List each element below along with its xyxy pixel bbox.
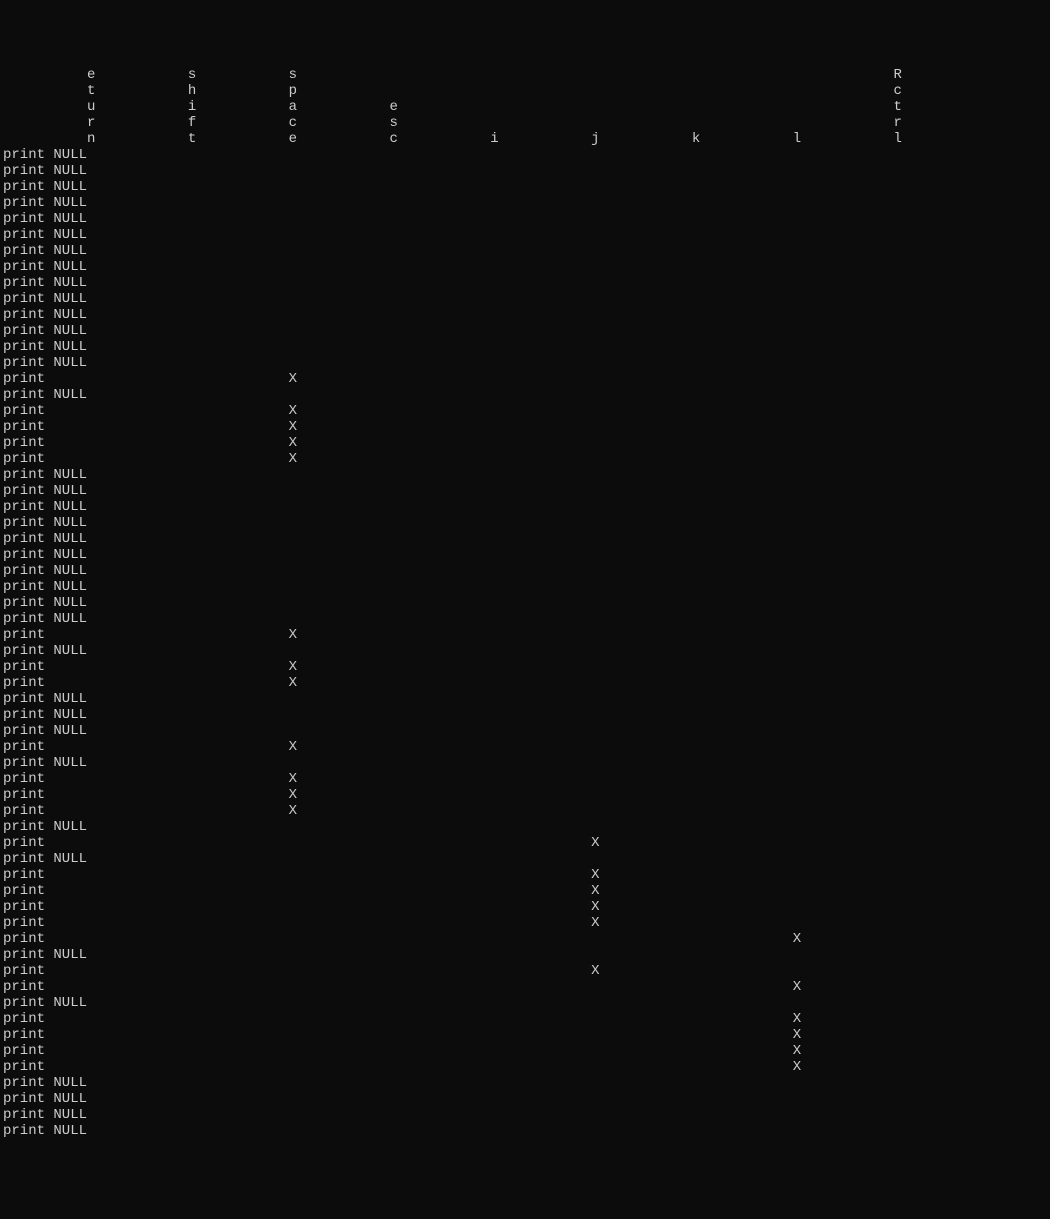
terminal-output: e s s R t h p — [3, 67, 1047, 1139]
